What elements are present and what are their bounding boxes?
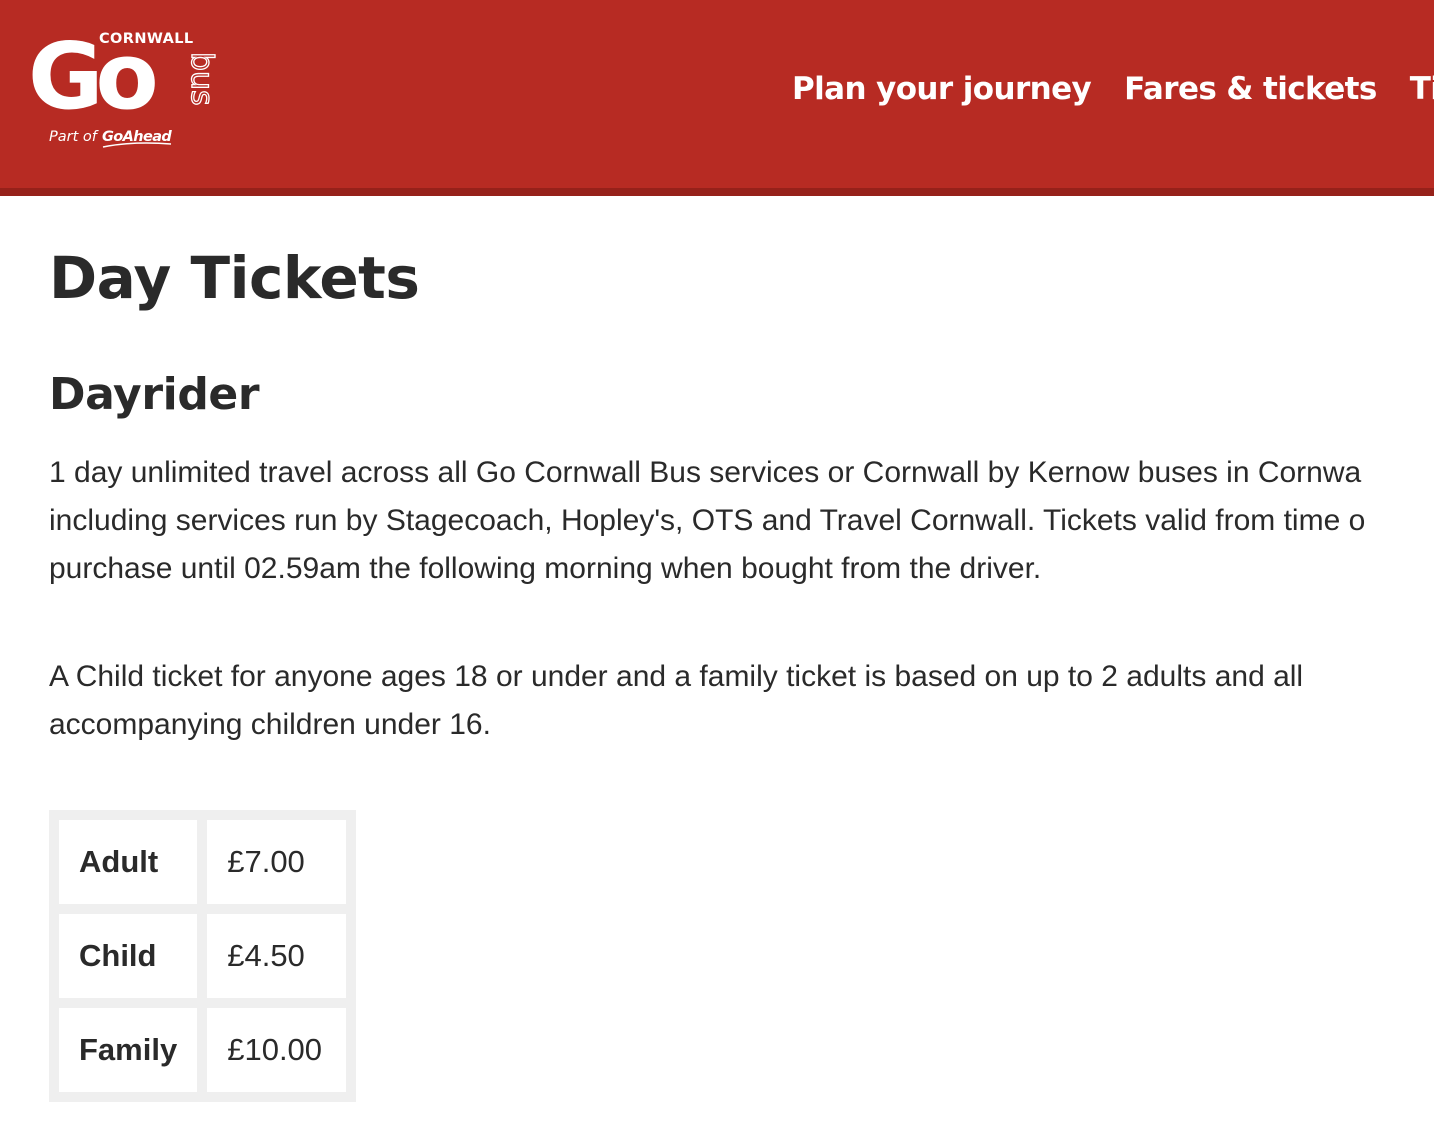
fare-type-cell: Child: [59, 914, 198, 998]
site-header: Go CORNWALL bus Part of GoAhead Plan you…: [0, 0, 1434, 196]
note-line: accompanying children under 16.: [49, 708, 491, 741]
fare-price-cell: £10.00: [207, 1008, 347, 1092]
ticket-eligibility-note: A Child ticket for anyone ages 18 or und…: [49, 653, 1303, 749]
section-title-dayrider: Dayrider: [49, 369, 260, 420]
table-row: Family £10.00: [59, 1008, 347, 1092]
fare-price-cell: £4.50: [207, 914, 347, 998]
go-cornwall-bus-logo[interactable]: Go CORNWALL bus Part of GoAhead: [28, 23, 220, 158]
description-line: including services run by Stagecoach, Ho…: [49, 504, 1366, 537]
table-row: Adult £7.00: [59, 820, 347, 904]
fares-table: Adult £7.00 Child £4.50 Family £10.00: [49, 810, 357, 1102]
main-nav: Plan your journey Fares & tickets Tim: [792, 62, 1434, 116]
logo-region: CORNWALL: [99, 31, 194, 47]
fare-type-cell: Adult: [59, 820, 198, 904]
fare-type-cell: Family: [59, 1008, 198, 1092]
description-line: purchase until 02.59am the following mor…: [49, 552, 1042, 585]
table-row: Child £4.50: [59, 914, 347, 998]
logo-bus-text: bus: [184, 52, 219, 106]
nav-fares-and-tickets[interactable]: Fares & tickets: [1124, 71, 1377, 107]
dayrider-description: 1 day unlimited travel across all Go Cor…: [49, 449, 1365, 593]
nav-timetables[interactable]: Tim: [1410, 71, 1434, 107]
page-title: Day Tickets: [49, 244, 420, 312]
nav-plan-your-journey[interactable]: Plan your journey: [792, 71, 1092, 107]
logo-tagline-prefix: Part of: [49, 129, 99, 145]
description-line: 1 day unlimited travel across all Go Cor…: [49, 456, 1362, 489]
note-line: A Child ticket for anyone ages 18 or und…: [49, 660, 1304, 693]
fare-price-cell: £7.00: [207, 820, 347, 904]
